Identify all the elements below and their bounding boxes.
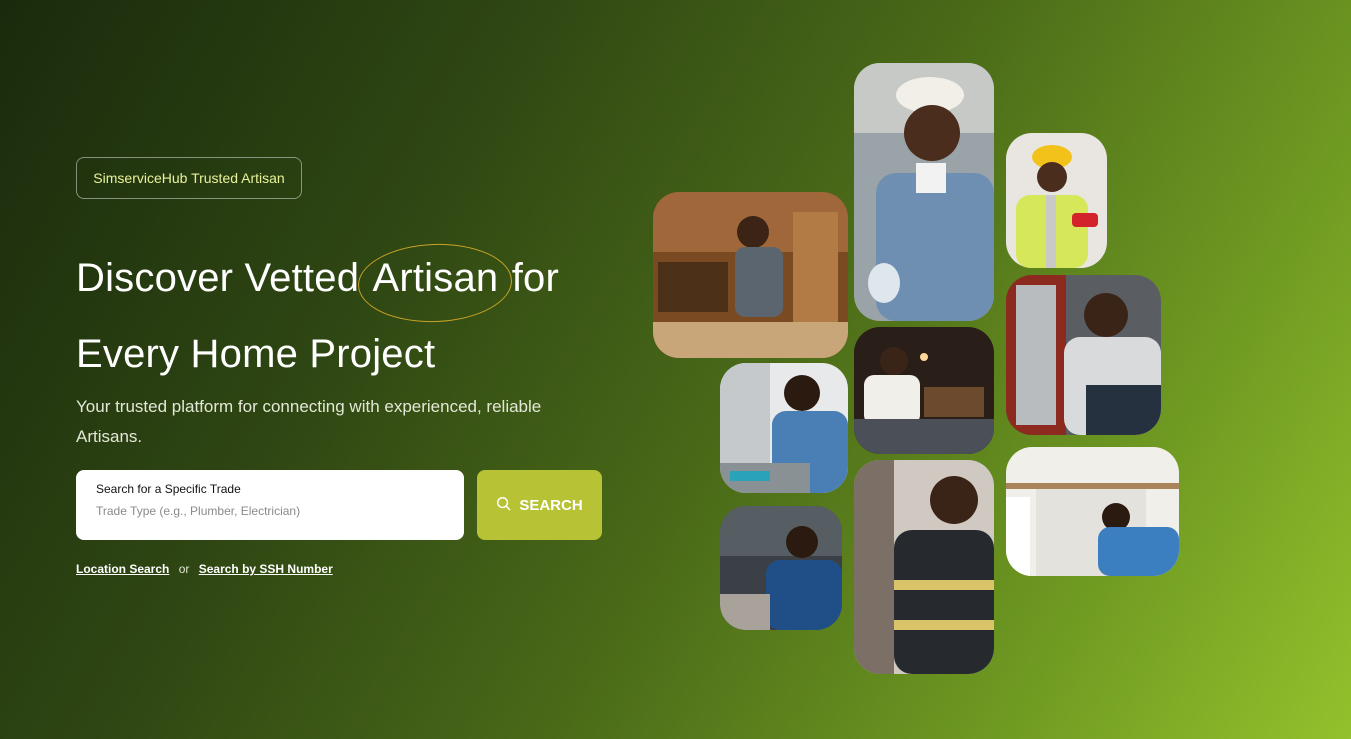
trusted-artisan-badge: SimserviceHub Trusted Artisan: [76, 157, 302, 199]
technician-photo: [720, 363, 848, 493]
search-icon: [496, 496, 511, 515]
hero-subtitle: Your trusted platform for connecting wit…: [76, 397, 542, 446]
trade-search-input[interactable]: [96, 504, 444, 518]
smiling-worker-photo: [854, 63, 994, 321]
trade-search-label: Search for a Specific Trade: [96, 482, 241, 496]
location-search-link[interactable]: Location Search: [76, 562, 169, 576]
headline-part2: for: [511, 256, 559, 300]
headline-line2: Every Home Project: [76, 332, 436, 376]
firefighter-photo: [854, 460, 994, 674]
safety-inspector-photo: [1006, 133, 1107, 268]
trade-search-box: Search for a Specific Trade: [76, 470, 464, 540]
plumber-photo: [1006, 447, 1179, 576]
alt-search-links: Location Search or Search by SSH Number: [76, 562, 333, 576]
search-button[interactable]: SEARCH: [477, 470, 602, 540]
engineer-woman-photo: [720, 506, 842, 630]
search-button-label: SEARCH: [519, 496, 583, 514]
woman-at-table-photo: [854, 327, 994, 454]
page-title: Discover Vetted Artisan for Every Home P…: [76, 240, 559, 392]
mechanic-photo: [1006, 275, 1161, 435]
links-separator: or: [178, 562, 190, 576]
headline-highlight: Artisan: [370, 240, 500, 316]
headline-part1: Discover Vetted: [76, 256, 360, 300]
ssh-number-search-link[interactable]: Search by SSH Number: [199, 562, 333, 576]
carpenter-workshop-photo: [653, 192, 848, 358]
